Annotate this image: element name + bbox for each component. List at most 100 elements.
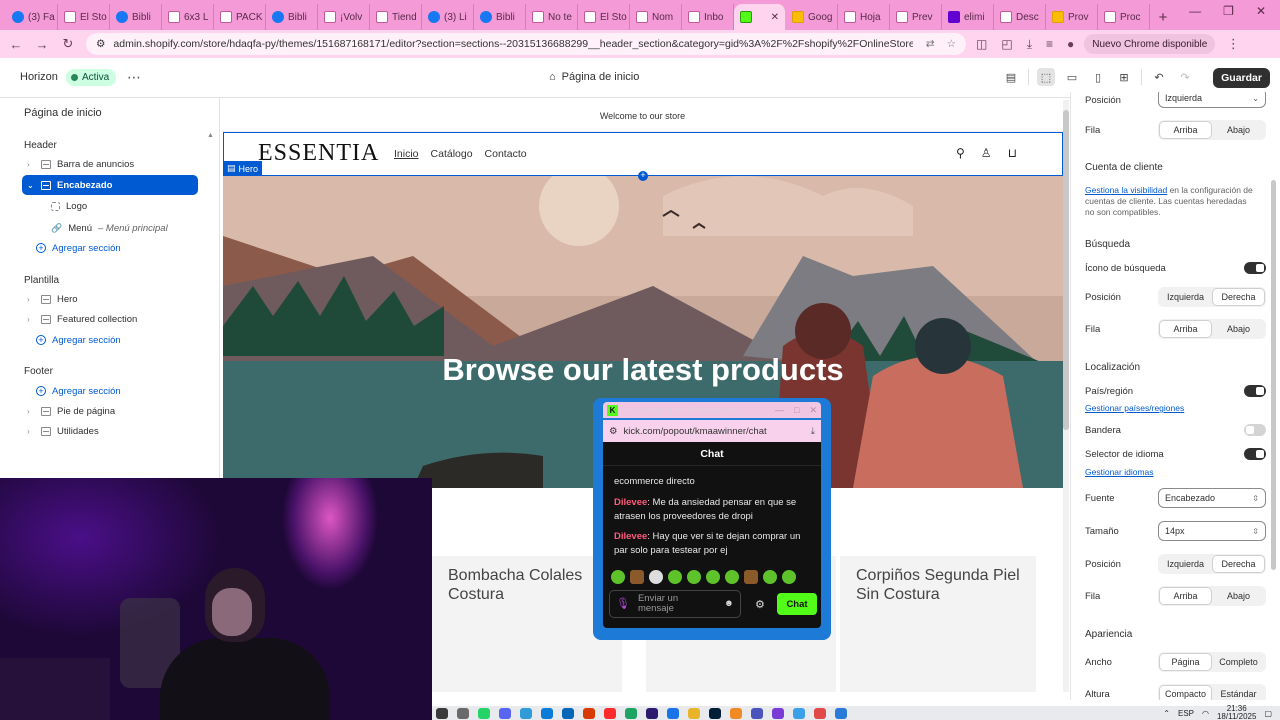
obs-icon[interactable] [772, 707, 784, 719]
site-info-icon[interactable]: ⚙ [96, 38, 105, 50]
browser-tab[interactable]: Bibli [266, 4, 318, 30]
app-icon[interactable] [730, 707, 742, 719]
chevron-right-icon[interactable]: › [27, 427, 35, 436]
row-option-bottom[interactable]: Abajo [1213, 122, 1264, 138]
tray-chevron-icon[interactable]: ⌃ [1163, 709, 1170, 718]
reload-icon[interactable]: ↻ [60, 36, 76, 52]
hero-section-tag[interactable]: ▤ Hero [223, 161, 263, 176]
browser-tab[interactable]: Prov [1046, 4, 1098, 30]
add-section-template[interactable]: + Agregar sección [31, 330, 207, 350]
forward-icon[interactable]: → [34, 36, 50, 52]
language-indicator[interactable]: ESP [1178, 709, 1194, 718]
minimize-icon[interactable]: — [1189, 4, 1201, 18]
emote-icon[interactable] [782, 570, 796, 584]
download-icon[interactable]: ⤓ [811, 426, 815, 437]
font-select[interactable]: Encabezado ⇳ [1158, 488, 1266, 508]
download-icon[interactable]: ⤓ [1027, 37, 1032, 52]
emote-icon[interactable] [668, 570, 682, 584]
row-option-top[interactable]: Arriba [1160, 122, 1211, 138]
start-icon[interactable] [436, 707, 448, 719]
desktop-view-icon[interactable]: ▭ [1063, 68, 1081, 86]
chevron-right-icon[interactable]: › [27, 315, 35, 324]
add-section-header[interactable]: + Agregar sección [31, 238, 207, 258]
position-select[interactable]: Izquierda ⌄ [1158, 92, 1266, 108]
browser-tab[interactable]: (3) Fa [6, 4, 58, 30]
position-option-right[interactable]: Derecha [1213, 556, 1264, 572]
emote-icon[interactable] [706, 570, 720, 584]
manage-countries-link[interactable]: Gestionar países/regiones [1085, 403, 1184, 413]
chat-window-titlebar[interactable]: K kick.com/popout/kmaawinner... — □ ✕ [603, 402, 821, 418]
cart-icon[interactable]: ⊔ [1008, 146, 1017, 160]
browser-tab[interactable]: ¡Volv [318, 4, 370, 30]
chevron-right-icon[interactable]: › [27, 160, 35, 169]
restore-icon[interactable]: □ [794, 405, 799, 416]
product-card[interactable]: Corpiños Segunda Piel Sin Costura [840, 556, 1036, 692]
row-option-top[interactable]: Arriba [1160, 588, 1211, 604]
site-info-icon[interactable]: ⚙ [609, 426, 618, 437]
back-icon[interactable]: ← [8, 36, 24, 52]
chat-popout-window[interactable]: K kick.com/popout/kmaawinner... — □ ✕ ⚙ … [593, 398, 831, 640]
store-logo[interactable]: ESSENTIA [258, 140, 379, 167]
save-button[interactable]: Guardar [1213, 68, 1270, 88]
edge-icon[interactable] [541, 707, 553, 719]
restore-icon[interactable]: ❐ [1223, 4, 1234, 18]
notifications-icon[interactable]: ▢ [1264, 709, 1272, 718]
extension-icon[interactable]: ◫ [976, 37, 987, 51]
folder-icon[interactable] [688, 707, 700, 719]
reading-list-icon[interactable]: ≡ [1046, 37, 1053, 51]
minimize-icon[interactable]: — [775, 405, 784, 416]
emote-icon[interactable] [649, 570, 663, 584]
browser-tab[interactable]: Proc [1098, 4, 1150, 30]
new-tab-icon[interactable]: + [1150, 4, 1176, 30]
menu-item-contact[interactable]: Contacto [485, 148, 527, 160]
country-toggle[interactable] [1244, 385, 1266, 397]
more-actions-icon[interactable]: ⋯ [127, 69, 141, 86]
photoshop-icon[interactable] [709, 707, 721, 719]
chevron-down-icon[interactable]: ⌄ [27, 181, 35, 190]
extensions-puzzle-icon[interactable]: ◰ [1001, 37, 1012, 51]
clock[interactable]: 21:36 18/11/2025 [1217, 705, 1256, 720]
chevron-right-icon[interactable]: › [27, 295, 35, 304]
chrome-icon[interactable] [625, 707, 637, 719]
close-window-icon[interactable]: ✕ [1256, 4, 1266, 18]
emote-icon[interactable] [687, 570, 701, 584]
address-bar[interactable]: ⚙ admin.shopify.com/store/hdaqfa-py/them… [86, 33, 966, 55]
app-icon[interactable] [835, 707, 847, 719]
browser-tab[interactable]: Inbo [682, 4, 734, 30]
size-select[interactable]: 14px ⇳ [1158, 521, 1266, 541]
announcement-bar[interactable]: Welcome to our store [222, 100, 1063, 132]
browser-tab[interactable]: Goog [786, 4, 838, 30]
chrome-update-pill[interactable]: Nuevo Chrome disponible [1084, 34, 1216, 54]
gear-icon[interactable]: ⚙ [755, 598, 765, 611]
account-icon[interactable]: ♙ [981, 146, 992, 160]
search-icon-toggle[interactable] [1244, 262, 1266, 274]
fullscreen-icon[interactable]: ⊞ [1115, 68, 1133, 86]
add-block-icon[interactable]: + [638, 171, 648, 181]
emote-icon[interactable] [725, 570, 739, 584]
browser-tab[interactable]: Prev [890, 4, 942, 30]
browser-tab[interactable]: PACK [214, 4, 266, 30]
sidebar-item-footer[interactable]: › Pie de página [22, 401, 198, 421]
bookmark-star-icon[interactable]: ☆ [947, 38, 956, 50]
browser-tab[interactable]: 6x3 L [162, 4, 214, 30]
emote-icon[interactable] [630, 570, 644, 584]
sidebar-item-header[interactable]: ⌄ Encabezado [22, 175, 198, 195]
browser-tab[interactable]: Tiend [370, 4, 422, 30]
height-option-compact[interactable]: Compacto [1160, 686, 1211, 700]
sidebar-item-featured-collection[interactable]: › Featured collection [22, 309, 198, 329]
translate-icon[interactable]: ⇄ [926, 38, 935, 50]
preview-scrollbar[interactable] [1063, 100, 1069, 692]
browser-tab[interactable]: (3) Li [422, 4, 474, 30]
search-icon[interactable]: ⚲ [956, 146, 965, 160]
position-option-left[interactable]: Izquierda [1160, 289, 1211, 305]
chat-message-input[interactable]: 🎙 Enviar un mensaje ☻ [609, 590, 741, 618]
browser-tab[interactable]: El Sto [58, 4, 110, 30]
sidebar-item-logo[interactable]: Logo [46, 196, 196, 216]
emote-icon[interactable] [744, 570, 758, 584]
width-option-full[interactable]: Completo [1213, 654, 1264, 670]
row-option-bottom[interactable]: Abajo [1213, 321, 1264, 337]
language-selector-toggle[interactable] [1244, 448, 1266, 460]
flag-toggle[interactable] [1244, 424, 1266, 436]
wifi-icon[interactable]: ◠ [1202, 709, 1209, 718]
app-icon[interactable] [520, 707, 532, 719]
